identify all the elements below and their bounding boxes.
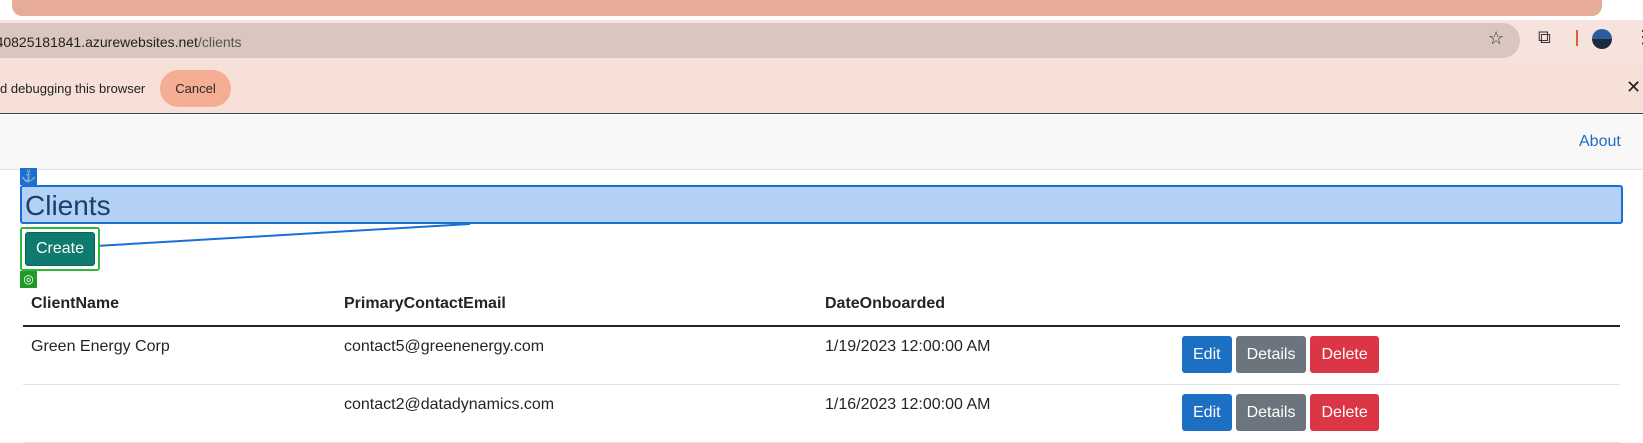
heading-highlight: Clients <box>20 185 1623 224</box>
site-navbar: About <box>0 115 1643 170</box>
url-path: /clients <box>197 34 242 50</box>
date-cell: 1/19/2023 12:00:00 AM <box>817 326 1174 385</box>
close-icon[interactable]: ✕ <box>1626 77 1641 98</box>
active-tab[interactable] <box>12 0 1602 16</box>
table-header-row: ClientName PrimaryContactEmail DateOnboa… <box>23 285 1620 327</box>
actions-cell: Edit Details Delete <box>1174 326 1620 385</box>
bookmark-star-icon[interactable]: ☆ <box>1488 28 1504 49</box>
details-button[interactable]: Details <box>1235 394 1307 431</box>
tab-strip <box>0 0 1643 20</box>
delete-button[interactable]: Delete <box>1310 336 1379 373</box>
clients-table: ClientName PrimaryContactEmail DateOnboa… <box>23 285 1620 443</box>
column-header: PrimaryContactEmail <box>336 285 817 327</box>
nav-about-link[interactable]: About <box>1579 133 1621 151</box>
debugging-infobar: d debugging this browser Cancel ✕ <box>0 64 1643 114</box>
address-bar-area: 0240825181841.azurewebsites.net/clients … <box>0 20 1643 64</box>
url-text[interactable]: 0240825181841.azurewebsites.net/clients <box>0 34 242 50</box>
infobar-message: d debugging this browser <box>0 81 146 96</box>
table-row: contact2@datadynamics.com 1/16/2023 12:0… <box>23 384 1620 443</box>
profile-avatar-icon[interactable] <box>1592 29 1612 49</box>
omnibox[interactable]: 0240825181841.azurewebsites.net/clients <box>0 23 1520 58</box>
client-name-cell: Green Energy Corp <box>23 326 336 385</box>
email-cell: contact2@datadynamics.com <box>336 384 817 443</box>
url-host: 0240825181841.azurewebsites.net <box>0 34 198 50</box>
toolbar-divider <box>1576 30 1578 46</box>
create-button[interactable]: Create <box>25 232 95 266</box>
menu-dots-icon[interactable]: ⋮ <box>1634 27 1643 48</box>
anchor-icon: ⚓ <box>20 168 37 185</box>
client-name-cell <box>23 384 336 443</box>
edit-button[interactable]: Edit <box>1182 394 1232 431</box>
details-button[interactable]: Details <box>1235 336 1307 373</box>
actions-cell: Edit Details Delete <box>1174 384 1620 443</box>
column-header <box>1174 285 1620 327</box>
cancel-button[interactable]: Cancel <box>160 70 231 107</box>
create-highlight: Create <box>20 227 100 271</box>
page-title: Clients <box>25 190 111 221</box>
extensions-icon[interactable]: ⧉ <box>1538 27 1551 48</box>
email-cell: contact5@greenenergy.com <box>336 326 817 385</box>
table-row: Green Energy Corp contact5@greenenergy.c… <box>23 326 1620 385</box>
delete-button[interactable]: Delete <box>1310 394 1379 431</box>
date-cell: 1/16/2023 12:00:00 AM <box>817 384 1174 443</box>
column-header: DateOnboarded <box>817 285 1174 327</box>
column-header: ClientName <box>23 285 336 327</box>
edit-button[interactable]: Edit <box>1182 336 1232 373</box>
